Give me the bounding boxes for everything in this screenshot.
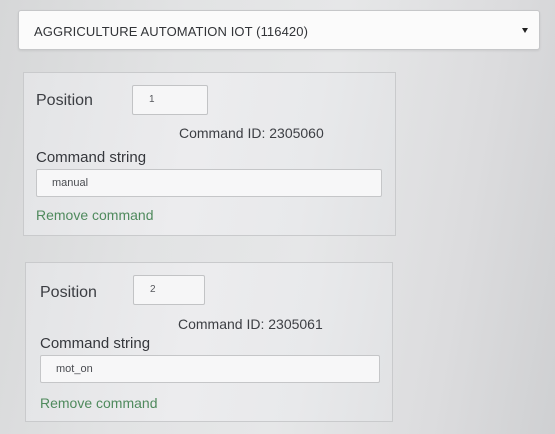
command-id: Command ID: 2305060 xyxy=(179,125,324,141)
position-input[interactable]: 2 xyxy=(133,275,205,305)
command-card: Position 1 Command ID: 2305060 Command s… xyxy=(23,72,396,236)
position-label: Position xyxy=(36,92,93,109)
device-select-value: AGGRICULTURE AUTOMATION IOT (116420) xyxy=(34,24,309,39)
command-id: Command ID: 2305061 xyxy=(178,316,323,332)
position-label: Position xyxy=(40,284,97,301)
remove-command-link[interactable]: Remove command xyxy=(40,395,158,411)
command-string-label: Command string xyxy=(40,335,151,352)
caret-down-icon[interactable] xyxy=(522,28,528,33)
command-card: Position 2 Command ID: 2305061 Command s… xyxy=(25,262,393,422)
device-select[interactable]: AGGRICULTURE AUTOMATION IOT (116420) xyxy=(18,10,540,50)
command-string-input[interactable]: mot_on xyxy=(40,355,380,383)
command-string-input[interactable]: manual xyxy=(36,169,382,197)
command-string-label: Command string xyxy=(36,149,147,166)
position-input[interactable]: 1 xyxy=(132,85,208,115)
remove-command-link[interactable]: Remove command xyxy=(36,207,154,223)
